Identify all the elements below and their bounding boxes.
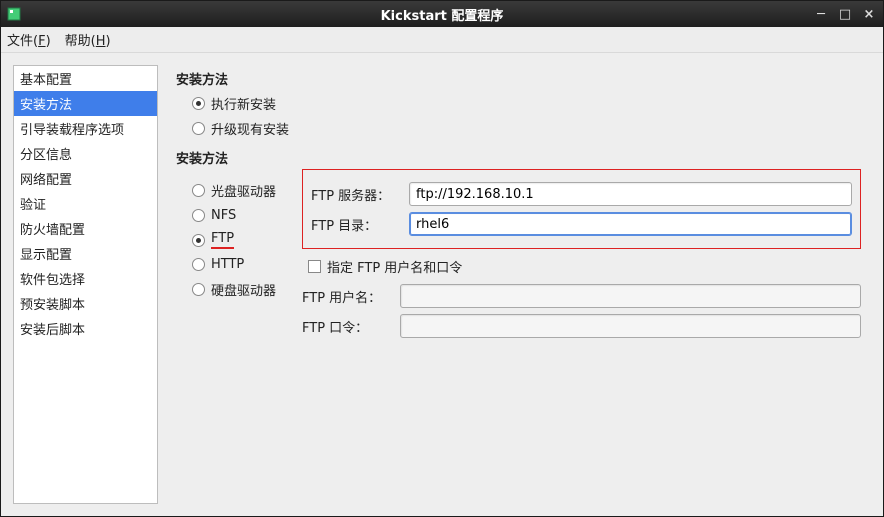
ftp-pass-input[interactable] [400, 314, 861, 338]
install-method-heading: 安装方法 [176, 69, 861, 88]
sidebar-item-display[interactable]: 显示配置 [14, 241, 157, 266]
ftp-user-label: FTP 用户名： [302, 287, 400, 306]
menubar: 文件(F) 帮助(H) [1, 27, 883, 53]
menu-file[interactable]: 文件(F) [7, 30, 51, 49]
ftp-pass-label: FTP 口令： [302, 317, 400, 336]
radio-label: HTTP [211, 257, 244, 272]
source-heading: 安装方法 [176, 148, 861, 167]
ftp-dir-input[interactable] [409, 212, 852, 236]
radio-label: 硬盘驱动器 [211, 280, 276, 299]
close-button[interactable]: × [859, 6, 879, 22]
radio-icon [192, 97, 205, 110]
ftp-server-input[interactable] [409, 182, 852, 206]
radio-fresh-install[interactable]: 执行新安装 [192, 94, 861, 113]
radio-source-nfs[interactable]: NFS [192, 208, 296, 223]
minimize-button[interactable]: ─ [811, 6, 831, 22]
source-details: FTP 服务器： FTP 目录： 指定 FTP 用户名和口令 [302, 173, 861, 344]
source-options: 光盘驱动器 NFS FTP HTTP [176, 173, 296, 307]
ftp-server-row: FTP 服务器： [311, 182, 852, 206]
radio-label: 执行新安装 [211, 94, 276, 113]
maximize-button[interactable]: □ [835, 6, 855, 22]
radio-source-cdrom[interactable]: 光盘驱动器 [192, 181, 296, 200]
radio-source-hdd[interactable]: 硬盘驱动器 [192, 280, 296, 299]
radio-label: NFS [211, 208, 236, 223]
ftp-user-row: FTP 用户名： [302, 284, 861, 308]
ftp-pass-row: FTP 口令： [302, 314, 861, 338]
ftp-creds-fields: FTP 用户名： FTP 口令： [302, 284, 861, 338]
radio-source-ftp[interactable]: FTP [192, 231, 296, 249]
radio-icon [192, 184, 205, 197]
sidebar-item-network[interactable]: 网络配置 [14, 166, 157, 191]
sidebar-item-label: 基本配置 [20, 73, 72, 88]
checkbox-label: 指定 FTP 用户名和口令 [327, 257, 462, 276]
radio-icon [192, 122, 205, 135]
sidebar-item-label: 引导装载程序选项 [20, 123, 124, 138]
radio-label: 升级现有安装 [211, 119, 289, 138]
source-block: 安装方法 光盘驱动器 NFS FTP [176, 148, 861, 344]
ftp-creds-checkbox[interactable]: 指定 FTP 用户名和口令 [308, 257, 861, 276]
sidebar-item-preinstall[interactable]: 预安装脚本 [14, 291, 157, 316]
menu-help[interactable]: 帮助(H) [65, 30, 111, 49]
sidebar-item-packages[interactable]: 软件包选择 [14, 266, 157, 291]
sidebar-item-bootloader[interactable]: 引导装载程序选项 [14, 116, 157, 141]
sidebar-item-label: 安装后脚本 [20, 323, 85, 338]
ftp-dir-label: FTP 目录： [311, 215, 409, 234]
ftp-user-input[interactable] [400, 284, 861, 308]
window-title: Kickstart 配置程序 [1, 5, 883, 24]
ftp-dir-row: FTP 目录： [311, 212, 852, 236]
titlebar: Kickstart 配置程序 ─ □ × [1, 1, 883, 27]
sidebar-item-install-method[interactable]: 安装方法 [14, 91, 157, 116]
menu-help-mnemonic: H [96, 34, 106, 49]
radio-icon [192, 209, 205, 222]
sidebar-item-label: 防火墙配置 [20, 223, 85, 238]
window-controls: ─ □ × [811, 1, 879, 27]
sidebar-item-label: 验证 [20, 198, 46, 213]
menu-file-mnemonic: F [38, 34, 45, 49]
ftp-server-label: FTP 服务器： [311, 185, 409, 204]
sidebar-item-firewall[interactable]: 防火墙配置 [14, 216, 157, 241]
sidebar: 基本配置 安装方法 引导装载程序选项 分区信息 网络配置 验证 防火墙配置 显示… [13, 65, 158, 504]
app-window: Kickstart 配置程序 ─ □ × 文件(F) 帮助(H) 基本配置 安装… [0, 0, 884, 517]
radio-icon [192, 283, 205, 296]
radio-label: FTP [211, 231, 234, 249]
radio-icon [192, 258, 205, 271]
radio-upgrade-install[interactable]: 升级现有安装 [192, 119, 861, 138]
radio-icon [192, 234, 205, 247]
main-panel: 安装方法 执行新安装 升级现有安装 安装方法 光盘驱动器 [158, 53, 883, 516]
sidebar-item-postinstall[interactable]: 安装后脚本 [14, 316, 157, 341]
sidebar-item-label: 安装方法 [20, 98, 72, 113]
sidebar-item-label: 网络配置 [20, 173, 72, 188]
app-icon [7, 7, 21, 21]
sidebar-item-label: 软件包选择 [20, 273, 85, 288]
sidebar-item-partition[interactable]: 分区信息 [14, 141, 157, 166]
sidebar-item-auth[interactable]: 验证 [14, 191, 157, 216]
menu-help-label: 帮助 [65, 34, 91, 49]
source-layout: 光盘驱动器 NFS FTP HTTP [176, 173, 861, 344]
menu-file-label: 文件 [7, 34, 33, 49]
sidebar-item-basic[interactable]: 基本配置 [14, 66, 157, 91]
ftp-highlight-box: FTP 服务器： FTP 目录： [302, 169, 861, 249]
radio-source-http[interactable]: HTTP [192, 257, 296, 272]
sidebar-item-label: 预安装脚本 [20, 298, 85, 313]
sidebar-item-label: 显示配置 [20, 248, 72, 263]
sidebar-item-label: 分区信息 [20, 148, 72, 163]
checkbox-icon [308, 260, 321, 273]
radio-label: 光盘驱动器 [211, 181, 276, 200]
content-area: 基本配置 安装方法 引导装载程序选项 分区信息 网络配置 验证 防火墙配置 显示… [1, 53, 883, 516]
